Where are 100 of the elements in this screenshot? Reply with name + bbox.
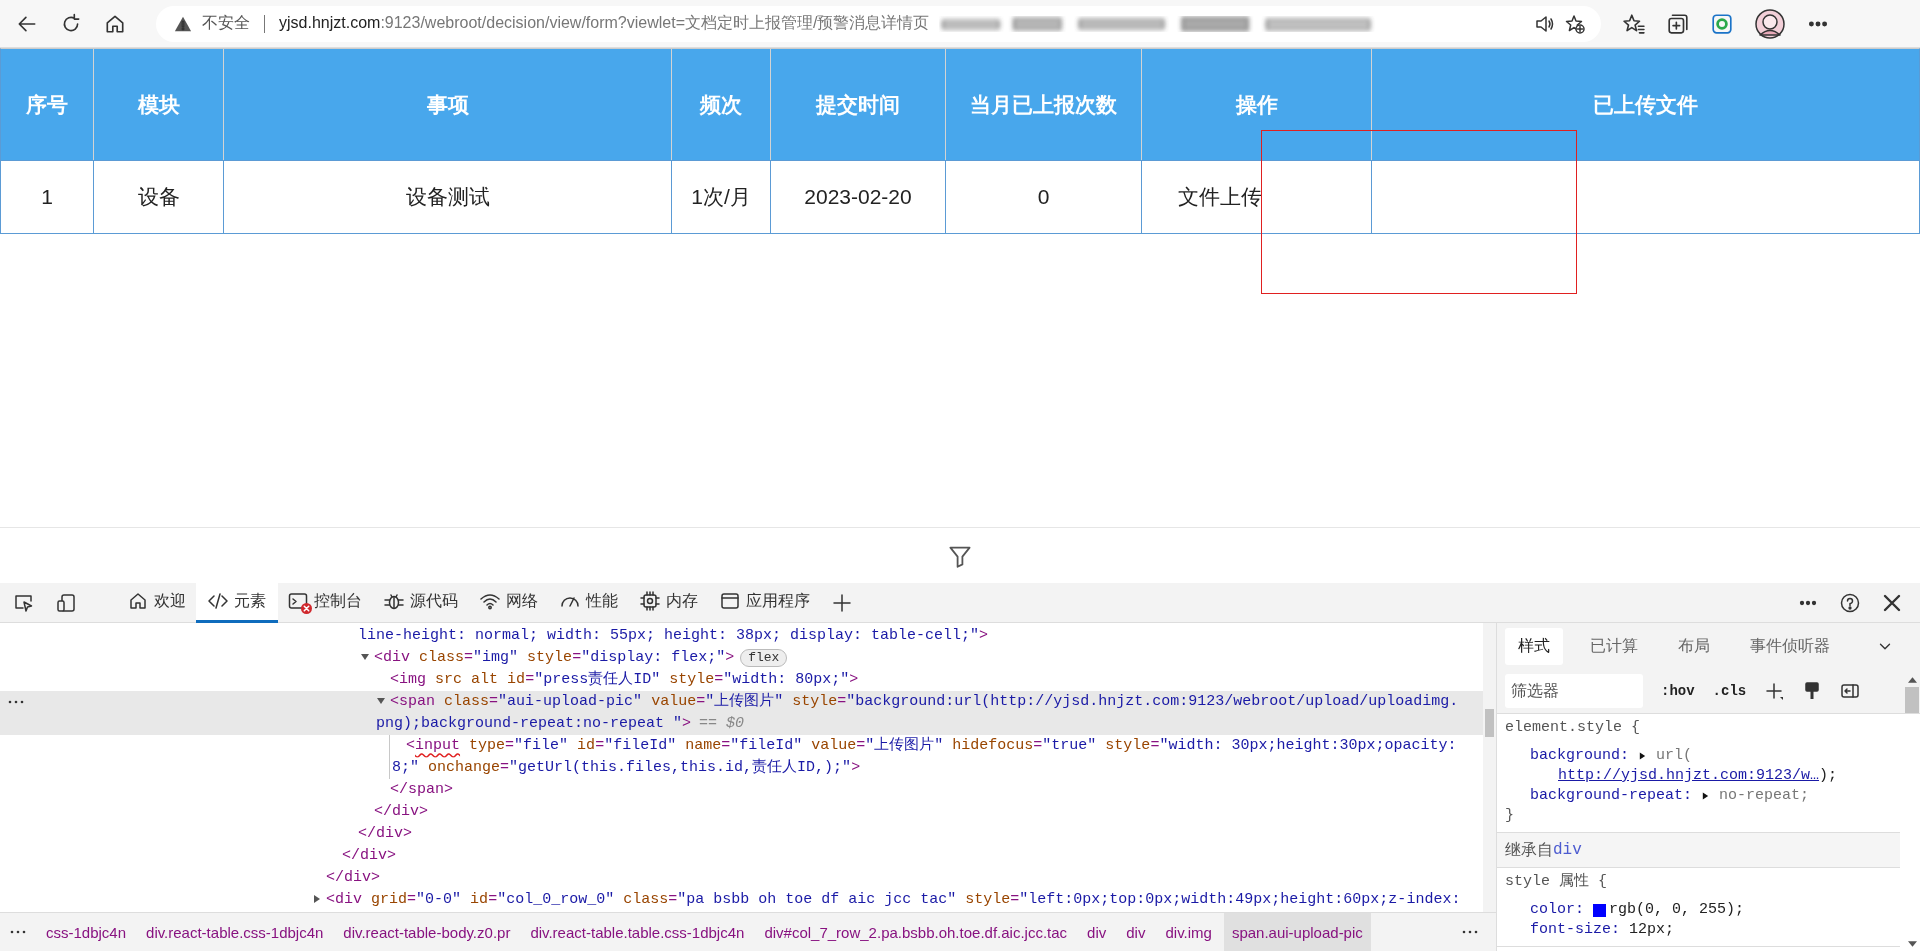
column-header: 频次 [671, 49, 770, 160]
css-property[interactable]: background: [1530, 746, 1630, 766]
html-tag[interactable]: <div class="img" style="display: flex;"> [374, 649, 735, 666]
toggle-button[interactable]: :hov [1661, 683, 1695, 699]
html-tag[interactable]: 8;" onchange="getUrl(this.files,this.id,责任人ID,);"> [392, 759, 861, 776]
html-tag[interactable]: line-height: normal; width: 55px; height: 38px; display: table-cell;"> [358, 627, 989, 644]
css-selector: element.style { [1505, 719, 1641, 736]
browser-essentials-icon[interactable] [1711, 12, 1733, 35]
table-cell: 0 [945, 160, 1141, 233]
plus-icon[interactable] [832, 592, 852, 613]
styles-tab[interactable]: 事件侦听器 [1737, 627, 1843, 665]
column-header: 当月已上报次数 [945, 49, 1141, 160]
html-tag[interactable]: png);background-repeat:no-repeat "> [376, 715, 692, 732]
css-value[interactable]: no-repeat; [1719, 786, 1810, 806]
table-cell: 2023-02-20 [770, 160, 945, 233]
more-icon[interactable] [1462, 930, 1478, 934]
column-header: 操作 [1141, 49, 1371, 160]
html-tag[interactable]: <img src alt id="press责任人ID" style="width: 80px;"> [390, 671, 859, 688]
devtools-tab[interactable]: 性能 [548, 582, 630, 623]
column-header: 已上传文件 [1371, 49, 1919, 160]
column-header: 序号 [1, 49, 93, 160]
code-icon [208, 591, 228, 611]
table-cell: 设备 [93, 160, 223, 233]
html-tag[interactable]: <span class="aui-upload-pic" value="上传图片" style="background:url(http://yjsd.hnjzt.com:9123/webroot/upload/uploadimg. [390, 693, 1459, 710]
devtools-tab[interactable]: 源代码 [372, 582, 470, 623]
sidebar-toggle-icon[interactable] [1840, 681, 1861, 701]
scrollbar-thumb[interactable] [1485, 709, 1494, 737]
css-property[interactable]: font-size: [1530, 920, 1620, 940]
css-value[interactable]: url( [1656, 746, 1693, 766]
table-cell: 1 [1, 160, 93, 233]
collections-icon[interactable] [1667, 12, 1689, 35]
url-link[interactable]: http://yjsd.hnjzt.com:9123/w… [1558, 767, 1820, 784]
plus-icon[interactable] [1764, 681, 1785, 701]
avatar-icon[interactable] [1755, 8, 1785, 39]
styles-tab[interactable]: 已计算 [1577, 627, 1651, 665]
css-selector: style 属性 { [1505, 873, 1607, 890]
column-header: 事项 [223, 49, 671, 160]
breadcrumb-item[interactable]: div.img [1157, 913, 1220, 951]
html-tag[interactable]: </div> [358, 825, 413, 842]
css-property[interactable]: background-repeat: [1530, 786, 1693, 806]
devtools-tab[interactable]: 应用程序 [708, 582, 822, 623]
toggle-button[interactable]: .cls [1712, 683, 1747, 699]
window-icon [720, 591, 740, 611]
security-label[interactable]: 不安全 [202, 13, 250, 34]
breadcrumb-item[interactable]: div.react-table-body.z0.pr [335, 913, 519, 951]
scroll-up-icon[interactable] [1907, 677, 1917, 683]
color-swatch[interactable] [1593, 903, 1606, 917]
devtools-tab[interactable]: 控制台 [276, 582, 374, 623]
css-value: ); [1819, 767, 1838, 784]
breadcrumb-item[interactable]: span.aui-upload-pic [1223, 913, 1371, 951]
favorites-icon[interactable] [1623, 12, 1645, 35]
more-icon[interactable] [8, 700, 24, 704]
devtools-tab[interactable]: 网络 [468, 582, 550, 623]
breadcrumb-item[interactable]: div#col_7_row_2.pa.bsbb.oh.toe.df.aic.jcc.tac [756, 913, 1076, 951]
html-tag[interactable]: <div grid="0-0" id="col_0_row_0" class="pa bsbb oh toe df aic jcc tac" style="left:0px;top:0px;width:49px;height:60px;z-index: [326, 891, 1461, 908]
breadcrumb-item[interactable]: div.react-table.css-1dbjc4n [138, 913, 332, 951]
error-badge-icon [301, 603, 312, 614]
address-bar[interactable]: 不安全 yjsd.hnjzt.com:9123/webroot/decision/view/form?viewlet=文档定时上报管理/预警消息详情页 [156, 5, 1601, 42]
inspect-icon[interactable] [14, 592, 34, 613]
url-text[interactable]: yjsd.hnjzt.com:9123/webroot/decision/view/form?viewlet=文档定时上报管理/预警消息详情页 [279, 13, 930, 34]
read-aloud-icon[interactable] [1535, 13, 1555, 34]
table-cell[interactable]: 文件上传 [1141, 160, 1371, 233]
flex-badge[interactable]: flex [740, 649, 788, 667]
wifi-icon [480, 591, 500, 611]
device-icon[interactable] [56, 592, 76, 613]
breadcrumb-item[interactable]: css-1dbjc4n [38, 913, 135, 951]
devtools-tab[interactable]: 欢迎 [116, 582, 198, 623]
styles-tab[interactable]: 样式 [1505, 627, 1563, 665]
devtools-tab[interactable]: 内存 [628, 582, 710, 623]
breadcrumb-item[interactable]: div.react-table.table.css-1dbjc4n [522, 913, 753, 951]
expand-icon[interactable] [312, 894, 322, 905]
styles-tab[interactable]: 布局 [1665, 627, 1723, 665]
table-cell: 1次/月 [671, 160, 770, 233]
help-icon[interactable] [1840, 592, 1860, 613]
inherited-source-link[interactable]: div [1553, 840, 1582, 860]
close-icon[interactable] [1882, 592, 1902, 613]
html-tag[interactable]: <input type="file" id="fileId" name="fileId" value="上传图片" hidefocus="true" style="width: 30px;height:30px;opacity: [406, 737, 1457, 754]
html-tag[interactable]: </span> [390, 781, 454, 798]
add-favorite-icon[interactable] [1565, 13, 1585, 34]
table-cell: 设备测试 [223, 160, 671, 233]
scrollbar-thumb[interactable] [1905, 687, 1919, 713]
html-tag[interactable]: </div> [342, 847, 397, 864]
css-brace: } [1505, 807, 1514, 824]
console-icon [288, 591, 308, 611]
bug-icon [384, 591, 404, 611]
html-tag[interactable]: </div> [374, 803, 429, 820]
column-header: 提交时间 [770, 49, 945, 160]
filter-field[interactable]: 筛选器 [1505, 674, 1643, 708]
html-tag[interactable]: </div> [326, 869, 381, 886]
breadcrumb-item[interactable]: div [1079, 913, 1115, 951]
more-icon[interactable] [10, 930, 26, 934]
home-icon [128, 591, 148, 611]
css-property[interactable]: color: [1530, 900, 1584, 920]
scroll-down-icon[interactable] [1907, 941, 1917, 947]
css-value[interactable]: 12px; [1629, 920, 1675, 940]
chip-icon [640, 591, 660, 611]
css-value[interactable]: rgb(0, 0, 255); [1609, 900, 1745, 920]
breadcrumb-item[interactable]: div [1118, 913, 1154, 951]
devtools-tab[interactable]: 元素 [196, 582, 278, 623]
inherited-label: 继承自 [1505, 840, 1553, 860]
